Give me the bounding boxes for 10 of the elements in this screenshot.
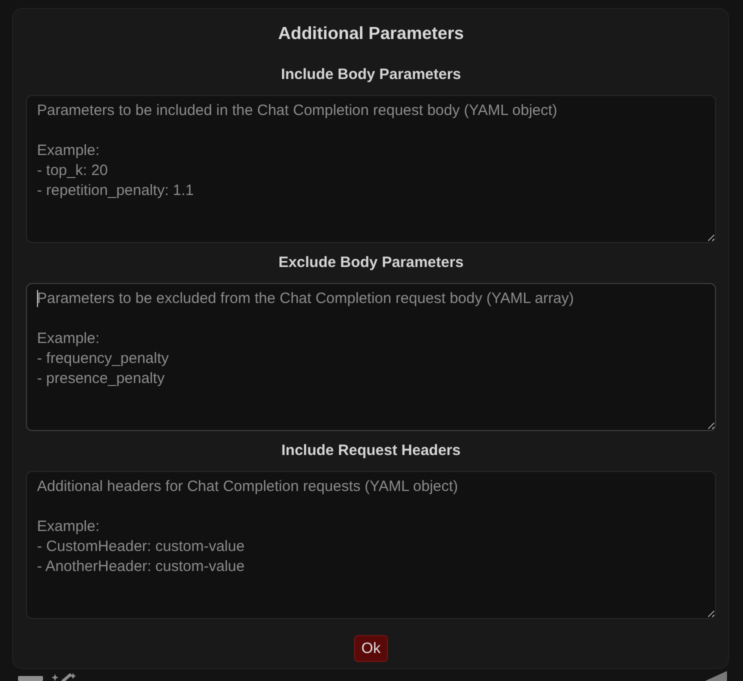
ok-button[interactable]: Ok — [354, 635, 388, 662]
section-heading: Include Body Parameters — [280, 65, 462, 85]
input-field[interactable]: Parameters to be included in the Chat Completion request body (YAML object) Example: - top_k: 20 - repetition_penalty: 1.1 — [26, 95, 716, 243]
send-icon[interactable] — [705, 671, 727, 681]
input-field[interactable]: Additional headers for Chat Completion requests (YAML object) Example: - CustomHeader: custom-value - AnotherHeader: custom-value — [26, 471, 716, 619]
section-heading: Exclude Body Parameters — [278, 253, 464, 273]
section-heading: Include Request Headers — [281, 441, 461, 461]
input-field[interactable]: Parameters to be excluded from the Chat Completion request body (YAML array) Example: - frequency_penalty - presence_penalty — [26, 283, 716, 431]
dialog-title: Additional Parameters — [278, 22, 464, 44]
text-cursor-icon — [37, 290, 38, 307]
